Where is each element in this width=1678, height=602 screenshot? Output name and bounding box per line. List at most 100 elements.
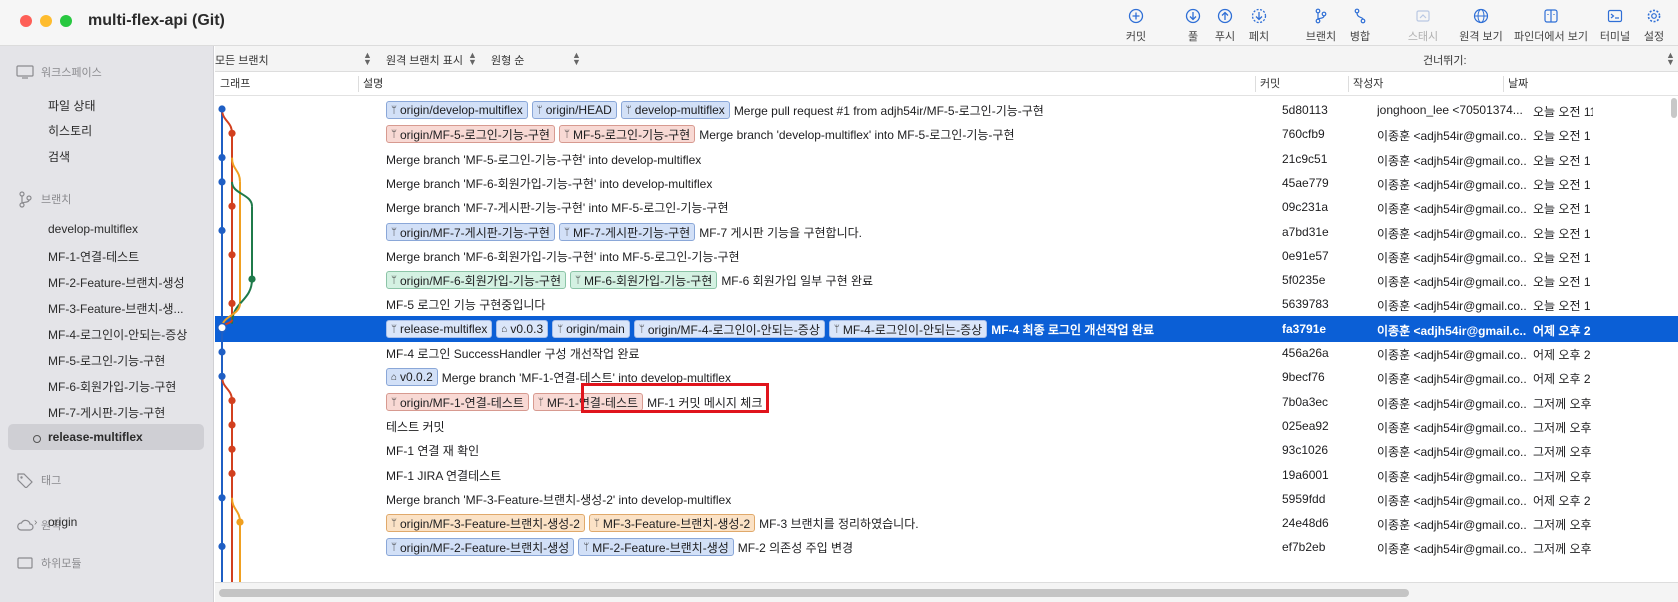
horizontal-scrollbar-thumb[interactable] xyxy=(219,589,1409,597)
ref-name: origin/MF-6-회원가입-기능-구현 xyxy=(400,273,561,288)
commit-hash: 025ea92 xyxy=(1282,419,1329,433)
branch-label[interactable]: ᛘ origin/MF-2-Feature-브랜치-생성 xyxy=(386,538,575,556)
commit-description: ⌂ v0.0.2 Merge branch 'MF-1-연결-테스트' into d… xyxy=(386,364,731,390)
commit-row[interactable]: Merge branch 'MF-6-회원가입-기능-구현' into MF-5… xyxy=(215,243,1678,269)
horizontal-scrollbar[interactable] xyxy=(215,582,1678,602)
commit-description: ᛘ origin/MF-1-연결-테스트 ᛘ MF-1-연결-테스트 MF-1 커밋 메… xyxy=(386,389,762,415)
commit-row[interactable]: MF-1 JIRA 연결테스트 19a6001 이종훈 <adjh54ir@gmai… xyxy=(215,462,1678,488)
sidebar-item-history[interactable]: 히스토리 xyxy=(48,122,92,139)
ref-name: develop-multiflex xyxy=(634,103,725,117)
sidebar-branch-item[interactable]: MF-7-게시판-기능-구현 xyxy=(48,404,165,421)
order-dropdown[interactable]: 원형 순 xyxy=(491,52,524,68)
branch-label[interactable]: ᛘ origin/main xyxy=(552,320,630,338)
sidebar-branch-item[interactable]: MF-2-Feature-브랜치-생성 xyxy=(48,274,185,291)
branch-label[interactable]: ᛘ origin/MF-1-연결-테스트 xyxy=(386,393,529,411)
branch-label[interactable]: ᛘ origin/develop-multiflex xyxy=(386,101,528,119)
commit-row[interactable]: ᛘ origin/MF-2-Feature-브랜치-생성 ᛘ MF-2-Feature… xyxy=(215,534,1678,560)
commit-row-selected[interactable]: ᛘ release-multiflex ⌂ v0.0.3 ᛘ origin/main ᛘ or… xyxy=(215,316,1678,342)
sidebar-branch-item-current[interactable]: release-multiflex xyxy=(48,430,143,444)
tag-label[interactable]: ⌂ v0.0.3 xyxy=(496,320,549,338)
commit-row[interactable]: Merge branch 'MF-3-Feature-브랜치-생성-2' int… xyxy=(215,486,1678,512)
commit-row[interactable]: ᛘ origin/MF-3-Feature-브랜치-생성-2 ᛘ MF-3-Featu… xyxy=(215,510,1678,536)
commit-message: MF-2 의존성 주입 변경 xyxy=(737,540,854,555)
sidebar-section-workspace[interactable]: 워크스페이스 xyxy=(16,63,102,81)
sidebar-branch-item[interactable]: MF-3-Feature-브랜치-생... xyxy=(48,300,184,317)
branch-label[interactable]: ᛘ MF-5-로그인-기능-구현 xyxy=(558,125,696,143)
branch-label[interactable]: ᛘ origin/MF-6-회원가입-기능-구현 xyxy=(386,271,566,289)
commit-hash: 21c9c51 xyxy=(1282,152,1328,166)
sidebar-branch-item[interactable]: MF-5-로그인-기능-구현 xyxy=(48,352,165,369)
commit-row[interactable]: Merge branch 'MF-7-게시판-기능-구현' into MF-5-… xyxy=(215,194,1678,220)
show-remote-button[interactable]: 원격 보기 xyxy=(1451,8,1511,44)
show-remote-dropdown[interactable]: 원격 브랜치 표시 xyxy=(386,52,463,68)
commit-message: Merge pull request #1 from adjh54ir/MF-5… xyxy=(733,103,1044,118)
commit-row[interactable]: ᛘ origin/MF-1-연결-테스트 ᛘ MF-1-연결-테스트 MF-1 커밋 메… xyxy=(215,389,1678,415)
commit-message: MF-1 연결 재 확인 xyxy=(386,443,480,458)
commit-row[interactable]: MF-5 로그인 기능 구현중입니다 5639783 이종훈 <adjh54ir@g… xyxy=(215,291,1678,317)
column-graph[interactable]: 그래프 xyxy=(215,72,250,96)
show-in-finder-button[interactable]: 파인더에서 보기 xyxy=(1511,8,1591,44)
sidebar-branch-item[interactable]: MF-4-로그인이-안되는-증상 xyxy=(48,326,187,343)
graph-merge-edge xyxy=(231,497,241,523)
sidebar-section-branches[interactable]: 브랜치 xyxy=(16,190,71,208)
commit-row[interactable]: Merge branch 'MF-6-회원가입-기능-구현' into deve… xyxy=(215,170,1678,196)
commit-date: 오늘 오전 1 xyxy=(1533,227,1591,241)
merge-icon xyxy=(1354,8,1366,24)
branch-label[interactable]: ᛘ MF-6-회원가입-기능-구현 xyxy=(570,271,718,289)
close-window-button[interactable] xyxy=(20,15,32,27)
commit-row[interactable]: MF-1 연결 재 확인 93c1026 이종훈 <adjh54ir@gmail.c… xyxy=(215,437,1678,463)
merge-button[interactable]: 병합 xyxy=(1330,8,1390,44)
sidebar-branch-item[interactable]: MF-6-회원가입-기능-구현 xyxy=(48,378,176,395)
commit-row[interactable]: Merge branch 'MF-5-로그인-기능-구현' into devel… xyxy=(215,146,1678,172)
column-commit[interactable]: 커밋 xyxy=(1255,72,1280,96)
sidebar-remote-origin[interactable]: origin xyxy=(48,515,77,529)
commit-row[interactable]: ᛘ origin/develop-multiflex ᛘ origin/HEAD ᛘ de… xyxy=(215,97,1678,123)
graph-merge-edge xyxy=(231,181,253,207)
commit-hash: 760cfb9 xyxy=(1282,127,1325,141)
branch-label[interactable]: ᛘ develop-multiflex xyxy=(620,101,730,119)
column-author[interactable]: 작성자 xyxy=(1348,72,1383,96)
branch-label[interactable]: ᛘ release-multiflex xyxy=(386,320,493,338)
commit-button[interactable]: 커밋 xyxy=(1106,8,1166,44)
commit-row[interactable]: ⌂ v0.0.2 Merge branch 'MF-1-연결-테스트' into d… xyxy=(215,364,1678,390)
updown-icon[interactable]: ▲ ▼ xyxy=(1666,51,1675,67)
settings-button[interactable]: 설정 xyxy=(1634,8,1674,44)
sidebar-item-search[interactable]: 검색 xyxy=(48,148,70,165)
commit-description: MF-4 로그인 SuccessHandler 구성 개선작업 완료 xyxy=(386,340,639,366)
vertical-scrollbar[interactable] xyxy=(1671,98,1677,118)
branch-label[interactable]: ᛘ origin/HEAD xyxy=(531,101,617,119)
commit-date: 그저께 오후 xyxy=(1533,445,1592,459)
sidebar-branch-item[interactable]: develop-multiflex xyxy=(48,222,138,236)
column-date[interactable]: 날짜 xyxy=(1503,72,1528,96)
branch-label[interactable]: ᛘ MF-3-Feature-브랜치-생성-2 xyxy=(588,514,756,532)
minimize-window-button[interactable] xyxy=(40,15,52,27)
branch-label[interactable]: ᛘ origin/MF-4-로그인이-안되는-증상 xyxy=(633,320,825,338)
branch-label[interactable]: ᛘ MF-7-게시판-기능-구현 xyxy=(558,223,696,241)
fetch-button[interactable]: 페치 xyxy=(1229,8,1289,44)
sidebar-item-file-status[interactable]: 파일 상태 xyxy=(48,97,96,114)
commit-row[interactable]: ᛘ origin/MF-5-로그인-기능-구현 ᛘ MF-5-로그인-기능-구현 Mer… xyxy=(215,121,1678,147)
commit-message: MF-1 커밋 메시지 체크 xyxy=(647,395,763,410)
branch-label[interactable]: ᛘ MF-1-연결-테스트 xyxy=(532,393,644,411)
branch-label[interactable]: ᛘ origin/MF-7-게시판-기능-구현 xyxy=(386,223,555,241)
branch-label[interactable]: ᛘ MF-4-로그인이-안되는-증상 xyxy=(828,320,988,338)
sidebar-branch-item[interactable]: MF-1-연결-테스트 xyxy=(48,248,139,265)
branch-label[interactable]: ᛘ origin/MF-5-로그인-기능-구현 xyxy=(386,125,555,143)
sidebar-section-tags[interactable]: 태그 xyxy=(16,471,61,489)
column-description[interactable]: 설명 xyxy=(358,72,383,96)
branch-icon: ᛘ xyxy=(537,396,544,408)
chevron-right-icon[interactable]: › xyxy=(34,517,37,528)
commit-row[interactable]: ᛘ origin/MF-7-게시판-기능-구현 ᛘ MF-7-게시판-기능-구현 MF-… xyxy=(215,219,1678,245)
sidebar-section-submodules[interactable]: 하위모듈 xyxy=(16,554,81,572)
branch-label[interactable]: ᛘ origin/MF-3-Feature-브랜치-생성-2 xyxy=(386,514,585,532)
stash-button[interactable]: 스태시 xyxy=(1393,8,1453,44)
commit-node xyxy=(228,445,236,453)
all-branches-dropdown[interactable]: 모든 브랜치 xyxy=(215,52,269,68)
commit-row[interactable]: MF-4 로그인 SuccessHandler 구성 개선작업 완료 456a26… xyxy=(215,340,1678,366)
tag-label[interactable]: ⌂ v0.0.2 xyxy=(386,368,438,386)
branch-label[interactable]: ᛘ MF-2-Feature-브랜치-생성 xyxy=(578,538,734,556)
zoom-window-button[interactable] xyxy=(60,15,72,27)
commit-row[interactable]: 테스트 커밋 025ea92 이종훈 <adjh54ir@gmail.co... 그저… xyxy=(215,413,1678,439)
commit-row[interactable]: ᛘ origin/MF-6-회원가입-기능-구현 ᛘ MF-6-회원가입-기능-구현 M… xyxy=(215,267,1678,293)
branch-icon: ᛘ xyxy=(638,323,645,335)
